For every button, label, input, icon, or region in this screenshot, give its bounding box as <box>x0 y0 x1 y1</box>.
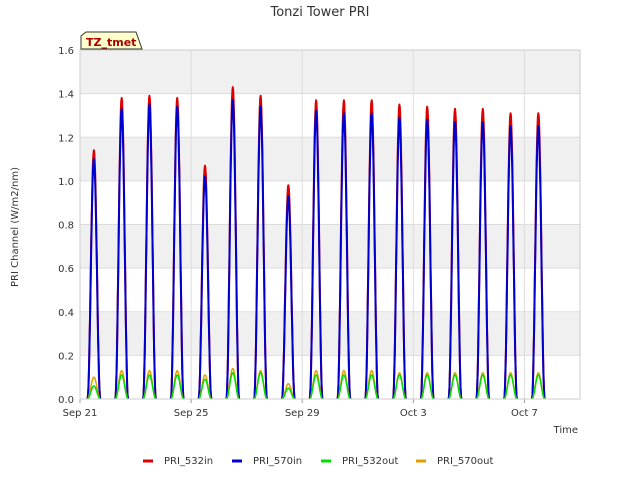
y-tick-label: 0.2 <box>58 351 74 362</box>
legend-label: PRI_532in <box>164 456 213 467</box>
background-band <box>80 93 580 138</box>
x-axis-ticks: Sep 21 Sep 25 Sep 29 Oct 3 Oct 7 <box>63 399 538 419</box>
background-band <box>80 137 580 181</box>
legend-label: PRI_570in <box>253 456 302 467</box>
chart-title: Tonzi Tower PRI <box>270 5 370 20</box>
x-tick-label: Sep 21 <box>63 408 98 419</box>
y-tick-label: 0.6 <box>58 264 74 275</box>
x-axis-label: Time <box>553 425 578 436</box>
legend: PRI_532in PRI_570in PRI_532out PRI_570out <box>143 456 493 467</box>
legend-label: PRI_570out <box>437 456 493 467</box>
badge-label: TZ_tmet <box>86 36 136 49</box>
pri-chart: 0.0 0.2 0.4 0.6 0.8 1.0 1.2 1.4 1.6 Sep 21 Sep 25… <box>10 5 581 467</box>
x-tick-label: Sep 29 <box>285 408 320 419</box>
y-axis-ticks: 0.0 0.2 0.4 0.6 0.8 1.0 1.2 1.4 1.6 <box>58 46 74 406</box>
x-tick-label: Sep 25 <box>174 408 209 419</box>
background-band <box>80 268 580 312</box>
y-tick-label: 1.0 <box>58 177 74 188</box>
y-axis-label: PRI Channel (W/m2/nm) <box>10 167 21 287</box>
x-tick-label: Oct 7 <box>511 408 538 419</box>
background-band <box>80 180 580 225</box>
background-band <box>80 50 580 94</box>
site-badge: TZ_tmet <box>80 31 143 50</box>
y-tick-label: 1.2 <box>58 133 74 144</box>
y-tick-label: 0.8 <box>58 221 74 232</box>
y-tick-label: 0.0 <box>58 395 74 406</box>
y-tick-label: 0.4 <box>58 308 74 319</box>
background-band <box>80 224 580 269</box>
y-tick-label: 1.6 <box>58 46 74 57</box>
y-tick-label: 1.4 <box>58 90 74 101</box>
x-tick-label: Oct 3 <box>400 408 427 419</box>
legend-label: PRI_532out <box>342 456 398 467</box>
